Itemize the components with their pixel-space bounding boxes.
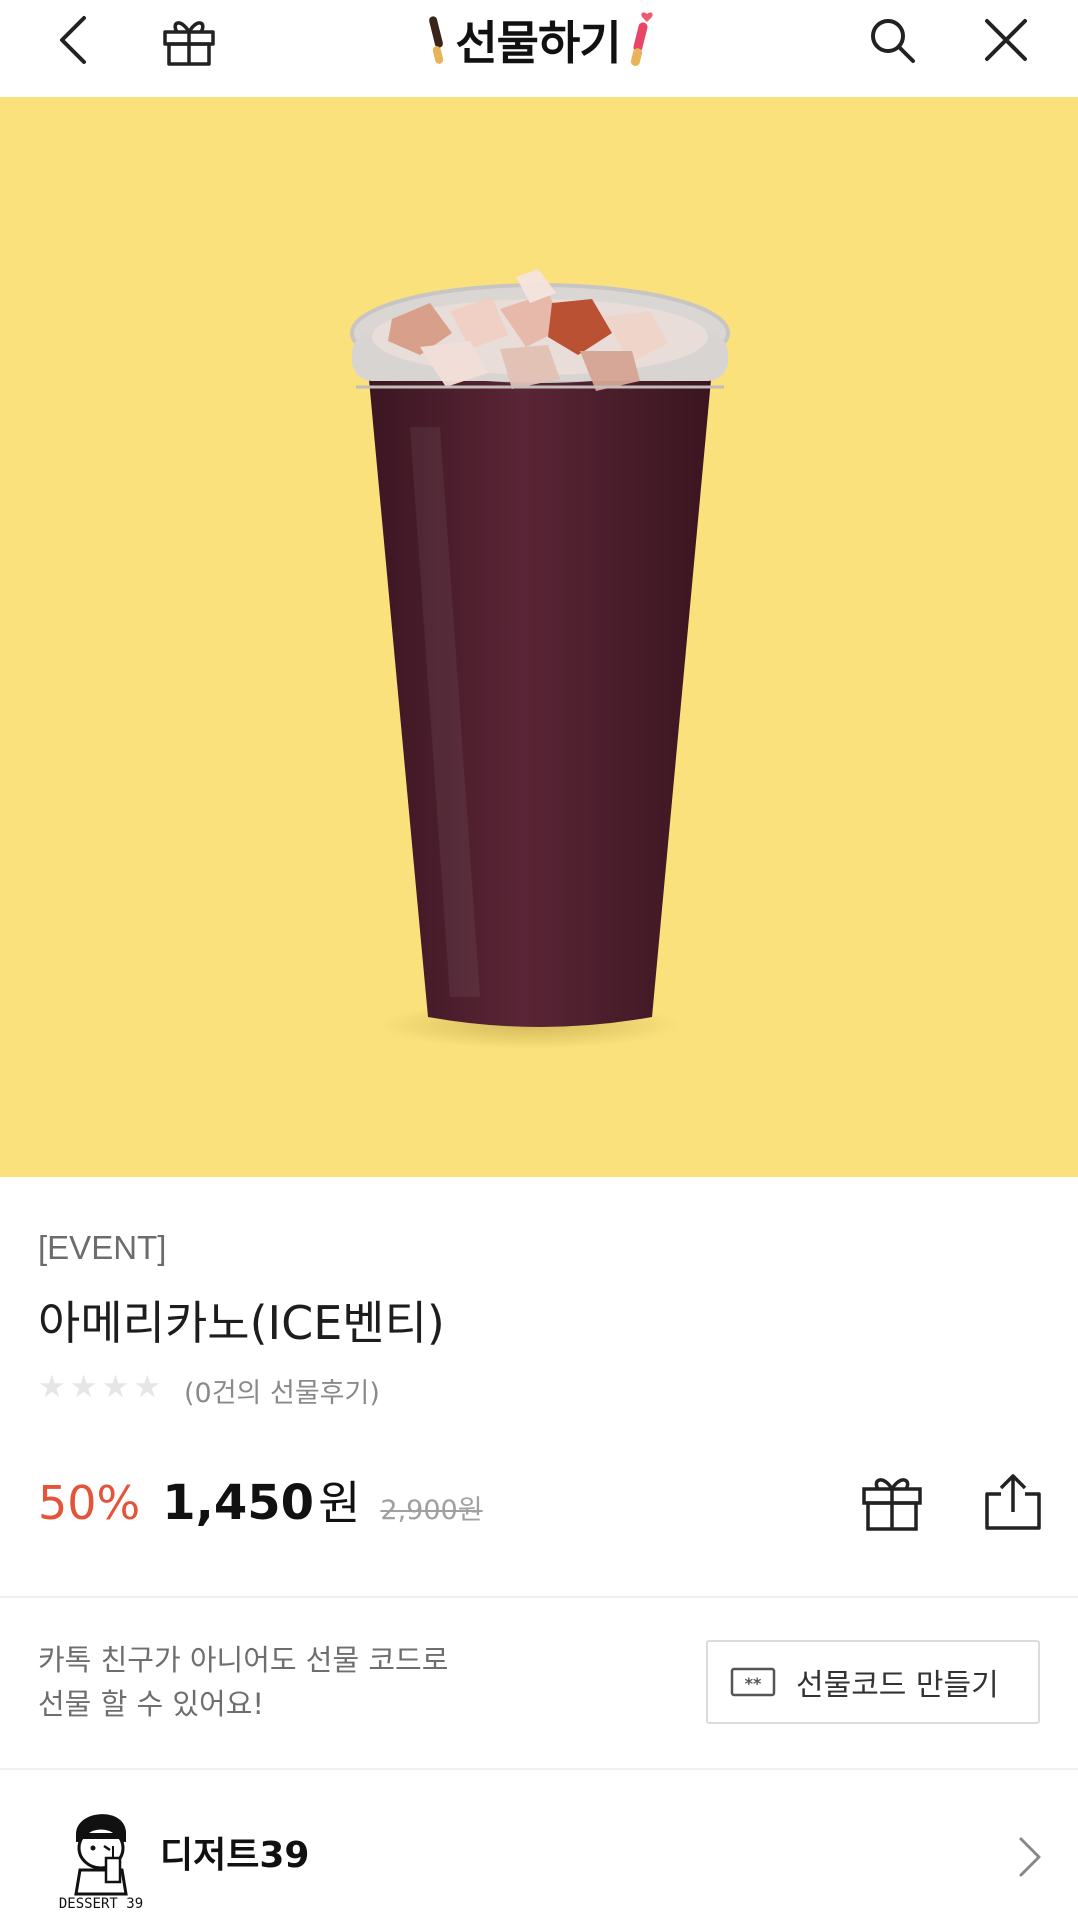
gift-code-description-line1: 카톡 친구가 아니어도 선물 코드로 [38, 1643, 449, 1677]
chevron-right-icon [1019, 1837, 1041, 1877]
price-row: 50% 1,450 원 2,900원 [38, 1467, 483, 1533]
brand-chevron[interactable] [1010, 1832, 1050, 1882]
top-navigation-bar: 선물하기 [0, 0, 1078, 97]
gift-code-description-line2: 선물 할 수 있어요! [38, 1687, 265, 1721]
star-icon: ★ [38, 1369, 66, 1405]
close-icon [985, 19, 1027, 61]
create-gift-code-label: 선물코드 만들기 [796, 1668, 999, 1703]
section-divider [0, 1768, 1078, 1770]
brand-logo-text: DESSERT 39 [58, 1896, 144, 1912]
review-count-link[interactable]: (0건의 선물후기) [184, 1371, 380, 1410]
search-button[interactable] [862, 10, 922, 70]
star-icon: ★ [101, 1369, 130, 1405]
currency-unit: 원 [318, 1476, 361, 1530]
back-button[interactable] [46, 10, 100, 70]
iced-americano-cup-illustration [350, 269, 730, 1049]
gift-box-icon [862, 1478, 922, 1531]
star-icon: ★ [69, 1369, 98, 1405]
close-button[interactable] [976, 10, 1036, 70]
gift-code-description: 카톡 친구가 아니어도 선물 코드로 선물 할 수 있어요! [38, 1638, 448, 1726]
page-title: 선물하기 [455, 16, 621, 70]
share-button[interactable] [978, 1467, 1048, 1537]
pepero-left-icon [429, 16, 444, 64]
sale-price: 1,450 [162, 1475, 315, 1531]
gift-box-icon [163, 21, 215, 66]
product-image [0, 97, 1078, 1177]
header-title: 선물하기 [410, 8, 672, 72]
star-icon: ★ [133, 1369, 162, 1405]
event-tag: [EVENT] [38, 1229, 167, 1266]
gift-box-button[interactable] [158, 10, 220, 70]
code-ticket-icon: ** [730, 1667, 776, 1697]
brand-name: 디저트39 [160, 1835, 310, 1876]
svg-text:**: ** [745, 1674, 762, 1693]
brand-row[interactable]: DESSERT 39 디저트39 [0, 1772, 1078, 1917]
gift-wish-button[interactable] [856, 1467, 928, 1537]
discount-rate: 50% [38, 1476, 141, 1530]
back-icon [60, 16, 86, 64]
section-divider [0, 1596, 1078, 1598]
product-name: 아메리카노(ICE벤티) [38, 1296, 445, 1350]
rating-stars: ★ ★ ★ ★ [38, 1372, 161, 1403]
search-icon [871, 19, 915, 63]
original-price: 2,900원 [380, 1495, 483, 1526]
create-gift-code-button[interactable]: ** 선물코드 만들기 [706, 1640, 1040, 1724]
dessert39-logo-icon [74, 1814, 128, 1896]
share-icon [985, 1474, 1041, 1530]
pepero-right-icon [630, 12, 653, 66]
brand-logo: DESSERT 39 [46, 1796, 156, 1921]
